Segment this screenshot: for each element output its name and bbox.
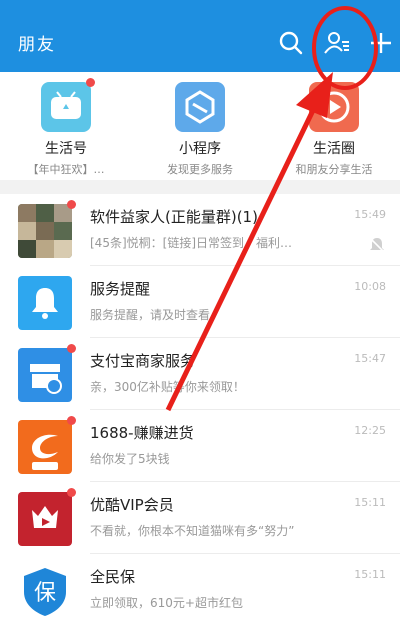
conversation-time: 15:47 <box>354 352 386 365</box>
1688-avatar <box>18 420 72 474</box>
search-icon[interactable] <box>276 28 306 58</box>
conversation-row[interactable]: 1688-赚赚进货 给你发了5块钱 12:25 <box>0 410 400 482</box>
merchant-service-avatar <box>18 348 72 402</box>
quick-item-life-account[interactable]: 生活号 【年中狂欢】… <box>0 78 132 177</box>
conversation-title: 1688-赚赚进货 <box>90 424 194 442</box>
conversation-preview: [45条]悦桐：[链接]日常签到，福利… <box>90 236 292 250</box>
quick-item-label: 生活圈 <box>313 141 355 157</box>
status-bar <box>0 0 400 14</box>
quick-item-subtitle: 和朋友分享生活 <box>295 163 373 176</box>
quanminbao-avatar: 保 <box>18 564 72 618</box>
conversation-title: 服务提醒 <box>90 280 151 298</box>
conversation-preview: 立即领取，610元+超市红包 <box>90 596 243 610</box>
page-title: 朋友 <box>18 35 56 55</box>
conversation-list: 软件益家人(正能量群)(1) [45条]悦桐：[链接]日常签到，福利… 15:4… <box>0 194 400 626</box>
life-circle-icon <box>309 82 359 132</box>
quick-item-label: 小程序 <box>179 141 221 157</box>
conversation-time: 15:49 <box>354 208 386 221</box>
group-avatar <box>18 204 72 258</box>
conversation-row[interactable]: 软件益家人(正能量群)(1) [45条]悦桐：[链接]日常签到，福利… 15:4… <box>0 194 400 266</box>
conversation-title: 支付宝商家服务 <box>90 352 196 370</box>
quick-item-subtitle: 【年中狂欢】… <box>27 163 105 176</box>
conversation-preview: 给你发了5块钱 <box>90 452 170 466</box>
life-account-icon <box>41 78 95 132</box>
conversation-title: 全民保 <box>90 568 136 586</box>
unread-dot <box>67 200 76 209</box>
quick-item-label: 生活号 <box>45 141 87 157</box>
conversation-row[interactable]: 保 全民保 立即领取，610元+超市红包 15:11 <box>0 554 400 626</box>
quick-item-subtitle: 发现更多服务 <box>167 163 233 176</box>
add-friends-contacts-icon[interactable] <box>322 28 352 58</box>
conversation-row[interactable]: 优酷VIP会员 不看就，你根本不知道猫咪有多“努力” 15:11 <box>0 482 400 554</box>
conversation-preview: 不看就，你根本不知道猫咪有多“努力” <box>90 524 295 538</box>
top-nav-bar: 朋友 <box>0 14 400 72</box>
conversation-time: 12:25 <box>354 424 386 437</box>
unread-dot <box>86 78 95 87</box>
unread-dot <box>67 488 76 497</box>
quick-access-bar: 生活号 【年中狂欢】… 小程序 发现更多服务 生活圈 和朋友分享生活 <box>0 72 400 180</box>
service-reminder-avatar <box>18 276 72 330</box>
youku-vip-avatar <box>18 492 72 546</box>
quick-item-life-circle[interactable]: 生活圈 和朋友分享生活 <box>268 82 400 177</box>
conversation-time: 15:11 <box>354 568 386 581</box>
conversation-time: 15:11 <box>354 496 386 509</box>
quick-item-mini-program[interactable]: 小程序 发现更多服务 <box>134 82 266 177</box>
mute-bell-icon <box>369 237 385 253</box>
conversation-title: 优酷VIP会员 <box>90 496 174 514</box>
conversation-row[interactable]: 支付宝商家服务 亲，300亿补贴等你来领取！ 15:47 <box>0 338 400 410</box>
conversation-row[interactable]: 服务提醒 服务提醒，请及时查看 10:08 <box>0 266 400 338</box>
conversation-time: 10:08 <box>354 280 386 293</box>
conversation-title: 软件益家人(正能量群)(1) <box>90 208 258 226</box>
unread-dot <box>67 416 76 425</box>
conversation-preview: 亲，300亿补贴等你来领取！ <box>90 380 245 394</box>
add-plus-icon[interactable] <box>366 28 396 58</box>
section-divider <box>0 180 400 194</box>
mini-program-icon <box>175 82 225 132</box>
unread-dot <box>67 344 76 353</box>
conversation-preview: 服务提醒，请及时查看 <box>90 308 211 322</box>
svg-text:保: 保 <box>34 581 56 606</box>
